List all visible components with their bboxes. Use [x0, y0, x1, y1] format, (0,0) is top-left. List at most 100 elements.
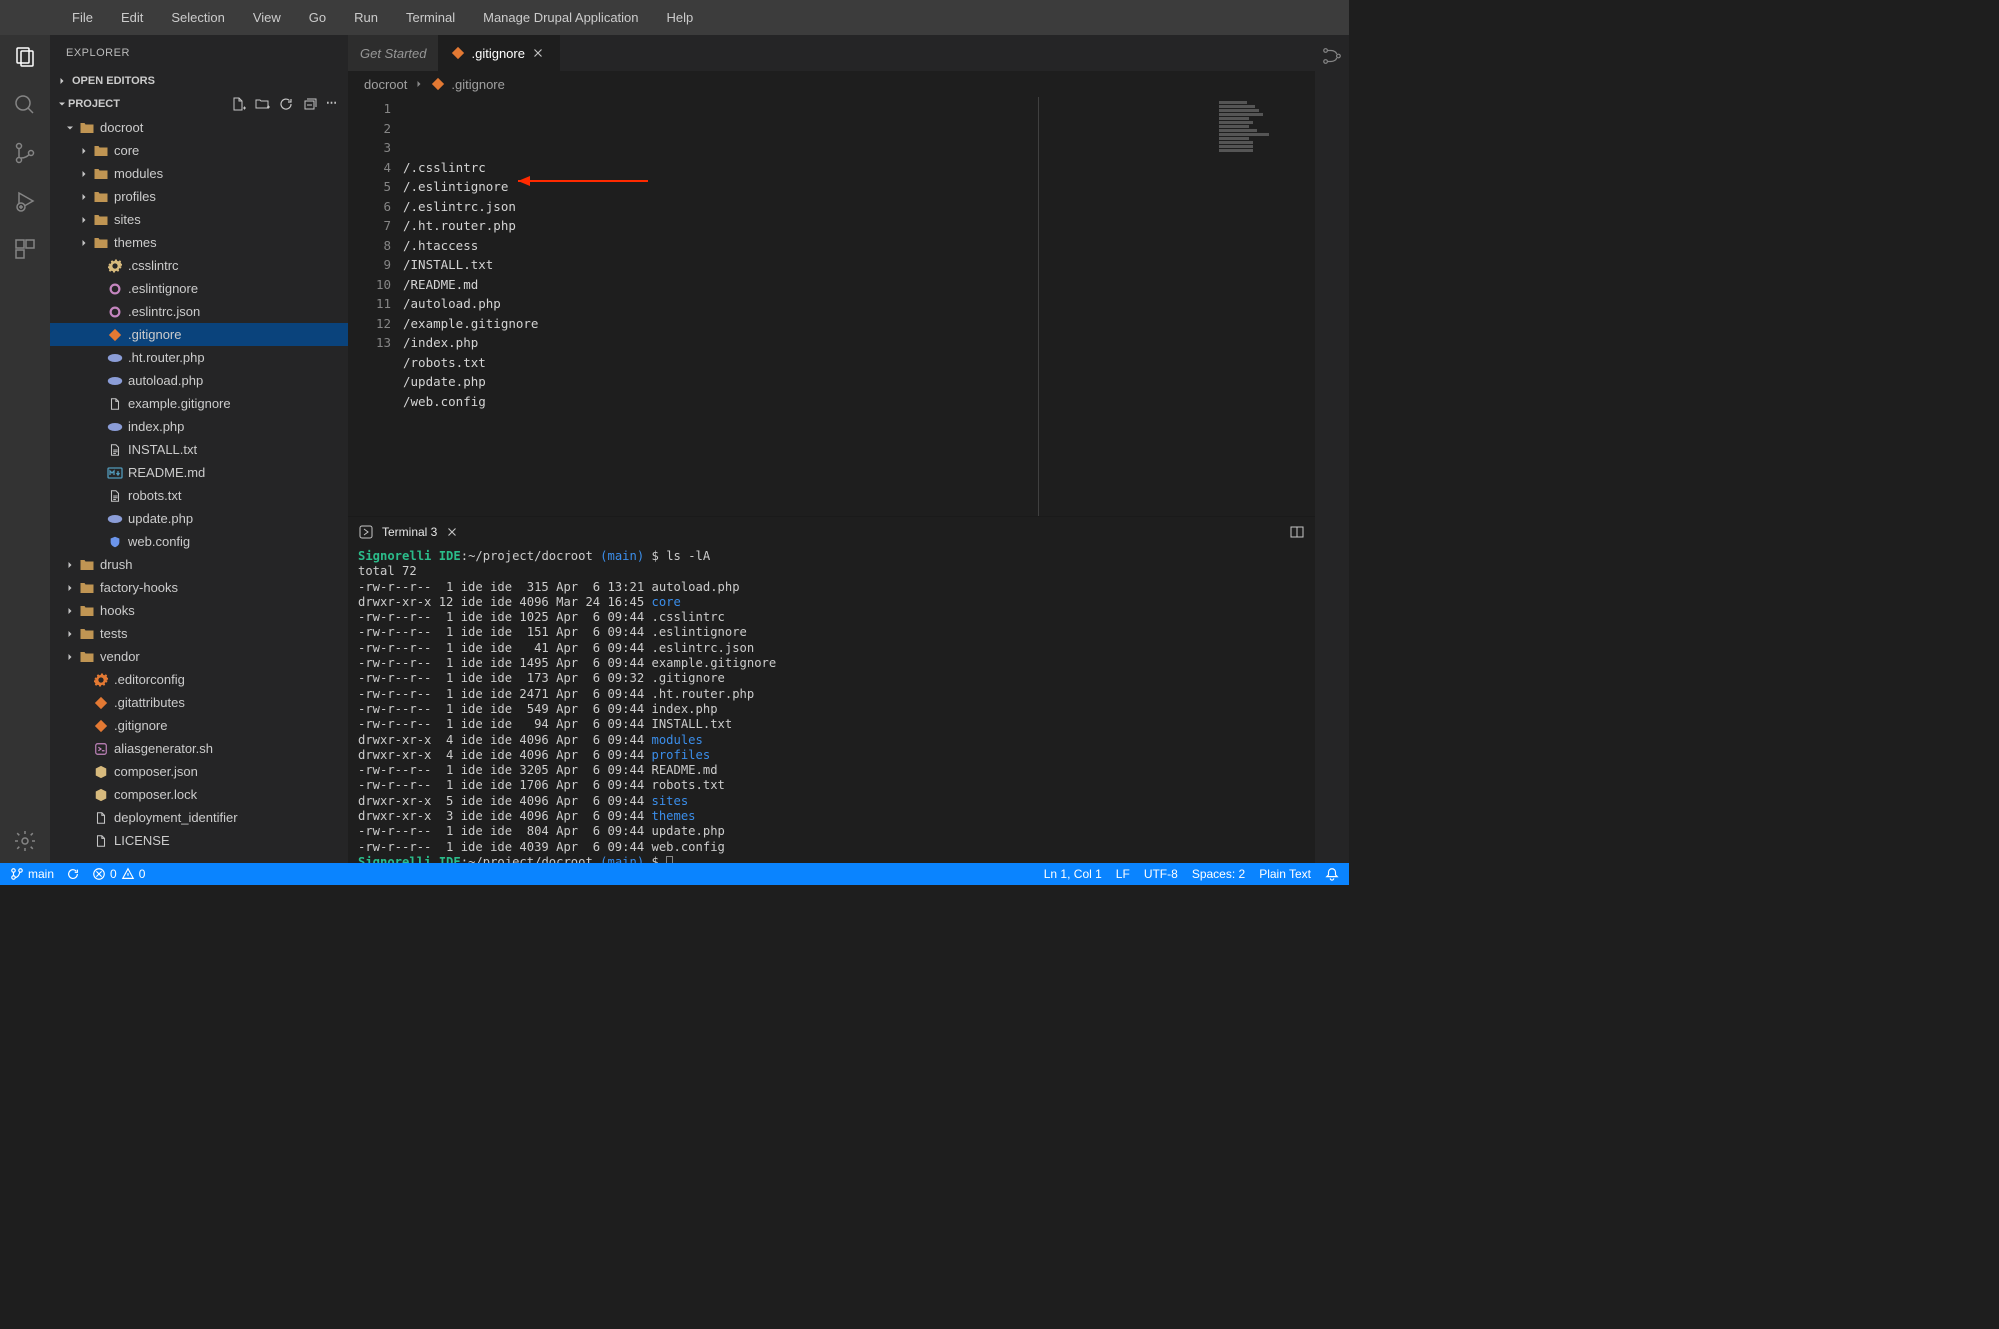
- menu-help[interactable]: Help: [655, 6, 706, 29]
- chevron-right-icon: [62, 628, 78, 640]
- breadcrumb-item[interactable]: .gitignore: [451, 77, 504, 92]
- split-terminal-icon[interactable]: [1289, 524, 1305, 540]
- tree-file[interactable]: deployment_identifier: [50, 806, 348, 829]
- sync-icon[interactable]: [66, 867, 80, 881]
- menu-go[interactable]: Go: [297, 6, 338, 29]
- tree-file[interactable]: index.php: [50, 415, 348, 438]
- tree-file[interactable]: composer.json: [50, 760, 348, 783]
- tree-file[interactable]: INSTALL.txt: [50, 438, 348, 461]
- tree-item-label: LICENSE: [114, 833, 170, 848]
- terminal-content[interactable]: Signorelli IDE:~/project/docroot (main) …: [348, 547, 1315, 863]
- terminal-chevron-icon[interactable]: [358, 524, 374, 540]
- tree-folder[interactable]: profiles: [50, 185, 348, 208]
- menu-view[interactable]: View: [241, 6, 293, 29]
- git-diamond-icon: [431, 77, 445, 91]
- tab-gitignore[interactable]: .gitignore: [439, 35, 559, 71]
- project-header[interactable]: PROJECT ⋯: [50, 92, 348, 116]
- menu-terminal[interactable]: Terminal: [394, 6, 467, 29]
- search-icon[interactable]: [13, 93, 37, 117]
- menu-edit[interactable]: Edit: [109, 6, 155, 29]
- tree-item-label: .editorconfig: [114, 672, 185, 687]
- collapse-all-icon[interactable]: [302, 96, 318, 112]
- debug-icon[interactable]: [13, 189, 37, 213]
- minimap[interactable]: [1215, 97, 1315, 516]
- tree-item-label: index.php: [128, 419, 184, 434]
- tree-file[interactable]: .eslintignore: [50, 277, 348, 300]
- tab-label: Get Started: [360, 46, 426, 61]
- tree-file[interactable]: robots.txt: [50, 484, 348, 507]
- tree-file[interactable]: README.md: [50, 461, 348, 484]
- tree-folder[interactable]: factory-hooks: [50, 576, 348, 599]
- chevron-down-icon: [56, 98, 68, 110]
- tree-item-label: composer.json: [114, 764, 198, 779]
- graph-icon[interactable]: [1321, 45, 1343, 863]
- more-icon[interactable]: ⋯: [326, 96, 342, 112]
- tree-item-label: README.md: [128, 465, 205, 480]
- tree-folder[interactable]: hooks: [50, 599, 348, 622]
- tree-file[interactable]: aliasgenerator.sh: [50, 737, 348, 760]
- tree-file[interactable]: .gitattributes: [50, 691, 348, 714]
- tree-file[interactable]: .csslintrc: [50, 254, 348, 277]
- tree-file[interactable]: .eslintrc.json: [50, 300, 348, 323]
- close-icon[interactable]: [445, 525, 459, 539]
- tree-file[interactable]: example.gitignore: [50, 392, 348, 415]
- tree-folder[interactable]: docroot: [50, 116, 348, 139]
- activity-bar: [0, 35, 50, 863]
- notifications-icon[interactable]: [1325, 867, 1339, 881]
- file-icon: [92, 809, 110, 827]
- tab-get-started[interactable]: Get Started: [348, 35, 439, 71]
- folder-icon: [78, 119, 96, 137]
- new-file-icon[interactable]: [230, 96, 246, 112]
- terminal-title[interactable]: Terminal 3: [382, 525, 437, 539]
- tree-folder[interactable]: tests: [50, 622, 348, 645]
- menu-file[interactable]: File: [60, 6, 105, 29]
- file-icon: [106, 257, 124, 275]
- tree-file[interactable]: update.php: [50, 507, 348, 530]
- indent[interactable]: Spaces: 2: [1192, 867, 1245, 881]
- git-diamond-icon: [451, 46, 465, 60]
- tree-item-label: factory-hooks: [100, 580, 178, 595]
- tree-item-label: deployment_identifier: [114, 810, 238, 825]
- tree-file[interactable]: composer.lock: [50, 783, 348, 806]
- sidebar: EXPLORER OPEN EDITORS PROJECT ⋯ docrootc…: [50, 35, 348, 863]
- eol[interactable]: LF: [1116, 867, 1130, 881]
- code-content[interactable]: /.csslintrc/.eslintignore/.eslintrc.json…: [403, 97, 1215, 516]
- encoding[interactable]: UTF-8: [1144, 867, 1178, 881]
- menu-run[interactable]: Run: [342, 6, 390, 29]
- tree-folder[interactable]: sites: [50, 208, 348, 231]
- explorer-icon[interactable]: [13, 45, 37, 69]
- branch-indicator[interactable]: main: [10, 867, 54, 881]
- chevron-right-icon: [76, 145, 92, 157]
- tree-item-label: composer.lock: [114, 787, 197, 802]
- close-icon[interactable]: [531, 46, 547, 60]
- tree-file[interactable]: .editorconfig: [50, 668, 348, 691]
- settings-gear-icon[interactable]: [13, 829, 37, 853]
- editor-body[interactable]: 12345678910111213 /.csslintrc/.eslintign…: [348, 97, 1315, 516]
- tree-folder[interactable]: vendor: [50, 645, 348, 668]
- extensions-icon[interactable]: [13, 237, 37, 261]
- new-folder-icon[interactable]: [254, 96, 270, 112]
- tree-folder[interactable]: core: [50, 139, 348, 162]
- tree-folder[interactable]: modules: [50, 162, 348, 185]
- source-control-icon[interactable]: [13, 141, 37, 165]
- file-icon: [106, 303, 124, 321]
- tree-folder[interactable]: drush: [50, 553, 348, 576]
- tree-folder[interactable]: themes: [50, 231, 348, 254]
- language-mode[interactable]: Plain Text: [1259, 867, 1311, 881]
- tree-file[interactable]: .ht.router.php: [50, 346, 348, 369]
- cursor-position[interactable]: Ln 1, Col 1: [1044, 867, 1102, 881]
- tree-file[interactable]: LICENSE: [50, 829, 348, 852]
- open-editors-header[interactable]: OPEN EDITORS: [50, 70, 348, 92]
- menu-manage-drupal[interactable]: Manage Drupal Application: [471, 6, 650, 29]
- breadcrumb-item[interactable]: docroot: [364, 77, 407, 92]
- breadcrumbs[interactable]: docroot .gitignore: [348, 71, 1315, 97]
- tree-file[interactable]: web.config: [50, 530, 348, 553]
- errors-warnings[interactable]: 0 0: [92, 867, 145, 881]
- tree-file[interactable]: .gitignore: [50, 714, 348, 737]
- refresh-icon[interactable]: [278, 96, 294, 112]
- menu-selection[interactable]: Selection: [159, 6, 236, 29]
- chevron-right-icon: [62, 559, 78, 571]
- tree-file[interactable]: autoload.php: [50, 369, 348, 392]
- file-icon: [92, 832, 110, 850]
- tree-file[interactable]: .gitignore: [50, 323, 348, 346]
